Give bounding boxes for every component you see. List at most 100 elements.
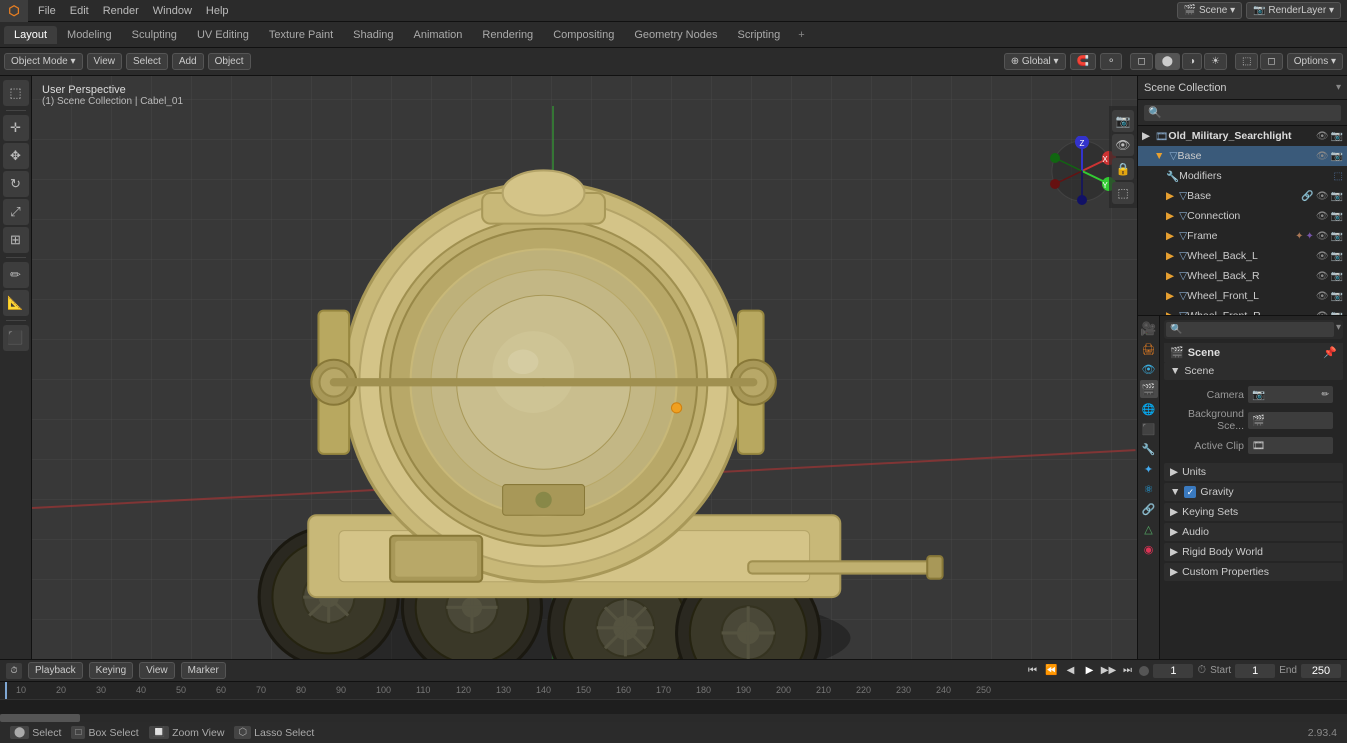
timeline-view-menu[interactable]: View [139, 662, 175, 679]
outliner-item-base[interactable]: ▶ ▽ Base 🔗 👁 📷 [1138, 186, 1347, 206]
tab-modeling[interactable]: Modeling [57, 26, 122, 44]
timeline-scrollbar-thumb[interactable] [0, 714, 80, 722]
tab-animation[interactable]: Animation [404, 26, 473, 44]
eye-icon-5[interactable]: 👁 [1316, 231, 1329, 242]
end-frame-input[interactable] [1301, 664, 1341, 678]
prop-tab-constraints[interactable]: 🔗 [1140, 500, 1158, 518]
gravity-checkbox[interactable]: ✓ [1184, 486, 1196, 498]
prop-tab-output[interactable]: 🖨 [1140, 340, 1158, 358]
view-menu[interactable]: View [87, 53, 123, 70]
camera-icon-0[interactable]: 📷 [1331, 131, 1343, 142]
rotate-tool[interactable]: ↻ [3, 171, 29, 197]
eye-icon-7[interactable]: 👁 [1316, 271, 1329, 282]
keying-sets-toggle[interactable]: ▶ Keying Sets [1164, 503, 1343, 521]
menu-file[interactable]: File [32, 3, 62, 19]
tab-texture-paint[interactable]: Texture Paint [259, 26, 343, 44]
outliner-search-input[interactable] [1144, 105, 1341, 121]
prop-tab-modifier[interactable]: 🔧 [1140, 440, 1158, 458]
add-workspace-button[interactable]: + [790, 26, 812, 44]
scene-selector[interactable]: 🎬 Scene ▾ [1177, 2, 1242, 19]
mode-selector[interactable]: Object Mode ▾ [4, 53, 83, 70]
tab-sculpting[interactable]: Sculpting [122, 26, 187, 44]
snap-button[interactable]: 🧲 [1070, 53, 1096, 70]
next-frame-btn[interactable]: ▶▶ [1100, 663, 1116, 679]
annotate-tool[interactable]: ✏ [3, 262, 29, 288]
camera-icon-7[interactable]: 📷 [1331, 271, 1343, 282]
tab-uv-editing[interactable]: UV Editing [187, 26, 259, 44]
properties-filter-btn[interactable]: ▾ [1336, 322, 1341, 337]
object-menu[interactable]: Object [208, 53, 251, 70]
transform-tool[interactable]: ⊞ [3, 227, 29, 253]
rendered-btn[interactable]: ☀ [1204, 53, 1227, 70]
scene-pin-icon[interactable]: 📌 [1323, 346, 1337, 359]
select-tool[interactable]: ⬚ [3, 80, 29, 106]
eye-icon-1[interactable]: 👁 [1316, 151, 1329, 162]
play-pause-btn[interactable]: ▶ [1081, 663, 1097, 679]
prop-tab-scene[interactable]: 🎬 [1140, 380, 1158, 398]
menu-render[interactable]: Render [97, 3, 145, 19]
prop-tab-world[interactable]: 🌐 [1140, 400, 1158, 418]
step-back-btn[interactable]: ⏪ [1043, 663, 1059, 679]
prev-frame-btn[interactable]: ◀ [1062, 663, 1078, 679]
prop-tab-object[interactable]: ⬛ [1140, 420, 1158, 438]
solid-btn[interactable]: ⬤ [1155, 53, 1180, 70]
scene-section-toggle[interactable]: ▼ Scene [1164, 362, 1343, 380]
outliner-item-frame[interactable]: ▶ ▽ Frame ✦ ✦ 👁 📷 [1138, 226, 1347, 246]
custom-props-toggle[interactable]: ▶ Custom Properties [1164, 563, 1343, 581]
timeline-scrollbar[interactable] [0, 714, 1347, 722]
camera-icon-1[interactable]: 📷 [1331, 151, 1343, 162]
add-cube-tool[interactable]: ⬛ [3, 325, 29, 351]
menu-window[interactable]: Window [147, 3, 198, 19]
outliner-item-searchlight[interactable]: ▶ 🎞 Old_Military_Searchlight 👁 📷 [1138, 126, 1347, 146]
restrict-icon-2[interactable]: ⬚ [1334, 171, 1343, 182]
tab-compositing[interactable]: Compositing [543, 26, 624, 44]
scale-tool[interactable]: ⤢ [3, 199, 29, 225]
render-region-btn[interactable]: ⬚ [1112, 182, 1134, 204]
overlay-btn[interactable]: ⬚ [1235, 53, 1258, 70]
camera-edit-icon[interactable]: ✏ [1321, 389, 1329, 400]
marker-menu[interactable]: Marker [181, 662, 226, 679]
prop-tab-material[interactable]: ◉ [1140, 540, 1158, 558]
move-tool[interactable]: ✥ [3, 143, 29, 169]
sync-audio-btn[interactable] [1139, 666, 1149, 676]
measure-tool[interactable]: 📐 [3, 290, 29, 316]
viewpoint-btn[interactable]: 👁 [1112, 134, 1134, 156]
eye-icon-0[interactable]: 👁 [1316, 131, 1329, 142]
render-layer-selector[interactable]: 📷 RenderLayer ▾ [1246, 2, 1341, 19]
outliner-item-base-root[interactable]: ▼ ▽ Base 👁 📷 [1138, 146, 1347, 166]
menu-edit[interactable]: Edit [64, 3, 95, 19]
audio-section-toggle[interactable]: ▶ Audio [1164, 523, 1343, 541]
tab-shading[interactable]: Shading [343, 26, 403, 44]
eye-icon-3[interactable]: 👁 [1316, 191, 1329, 202]
outliner-item-wheel-br[interactable]: ▶ ▽ Wheel_Back_R 👁 📷 [1138, 266, 1347, 286]
orientation-gizmo[interactable]: X Y Z [1047, 136, 1117, 206]
eye-icon-6[interactable]: 👁 [1316, 251, 1329, 262]
tab-geometry-nodes[interactable]: Geometry Nodes [624, 26, 727, 44]
tab-layout[interactable]: Layout [4, 26, 57, 44]
camera-icon-4[interactable]: 📷 [1331, 211, 1343, 222]
outliner-filter-btn[interactable]: ▾ [1336, 82, 1341, 93]
keying-menu[interactable]: Keying [89, 662, 134, 679]
prop-tab-particles[interactable]: ✦ [1140, 460, 1158, 478]
outliner-item-modifiers[interactable]: 🔧 Modifiers ⬚ [1138, 166, 1347, 186]
rigid-body-toggle[interactable]: ▶ Rigid Body World [1164, 543, 1343, 561]
xray-btn[interactable]: ◻ [1260, 53, 1282, 70]
jump-start-btn[interactable]: ⏮ [1024, 663, 1040, 679]
camera-view-btn[interactable]: 📷 [1112, 110, 1134, 132]
prop-tab-data[interactable]: △ [1140, 520, 1158, 538]
transform-orientation[interactable]: ⊕ Global ▾ [1004, 53, 1066, 70]
cursor-tool[interactable]: ✛ [3, 115, 29, 141]
eye-icon-4[interactable]: 👁 [1316, 211, 1329, 222]
timeline-type-btn[interactable]: ⏱ [6, 663, 22, 679]
wireframe-btn[interactable]: ◻ [1130, 53, 1152, 70]
tab-rendering[interactable]: Rendering [472, 26, 543, 44]
link-icon[interactable]: 🔗 [1301, 191, 1313, 202]
start-frame-input[interactable] [1235, 664, 1275, 678]
3d-viewport[interactable]: User Perspective (1) Scene Collection | … [32, 76, 1137, 659]
outliner-item-wheel-fl[interactable]: ▶ ▽ Wheel_Front_L 👁 📷 [1138, 286, 1347, 306]
options-btn[interactable]: Options ▾ [1287, 53, 1343, 70]
lock-view-btn[interactable]: 🔒 [1112, 158, 1134, 180]
properties-search-input[interactable] [1166, 322, 1334, 337]
prop-tab-view[interactable]: 👁 [1140, 360, 1158, 378]
camera-icon-3[interactable]: 📷 [1331, 191, 1343, 202]
